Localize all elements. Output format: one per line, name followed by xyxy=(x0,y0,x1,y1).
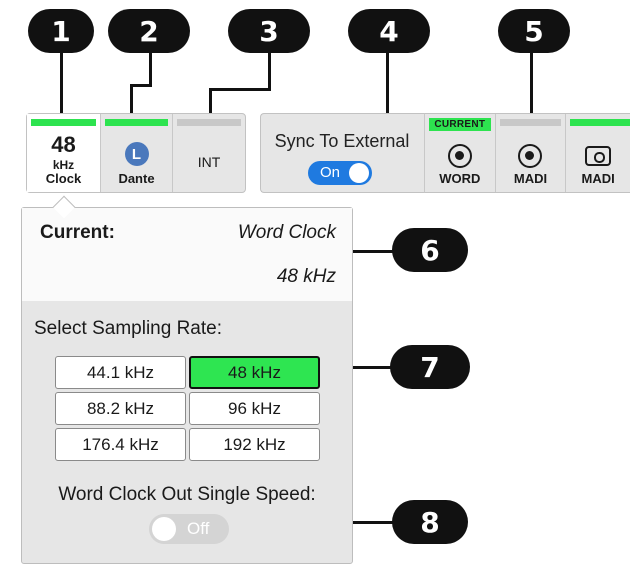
sync-toggle-knob xyxy=(349,163,369,183)
sync-to-external-label: Sync To External xyxy=(274,131,410,151)
callout-4-line xyxy=(386,52,389,114)
rate-button-48[interactable]: 48 kHz xyxy=(189,356,320,389)
bnc-connector-icon xyxy=(447,144,472,168)
madi-optical-bar xyxy=(570,119,630,126)
callout-3-line xyxy=(268,52,271,90)
word-clock-out-title: Word Clock Out Single Speed: xyxy=(58,484,316,505)
current-label: Current: xyxy=(40,222,115,243)
select-sampling-rate-title: Select Sampling Rate: xyxy=(34,318,222,339)
current-rate: 48 kHz xyxy=(276,266,336,287)
dante-tile[interactable]: L Dante xyxy=(101,114,173,192)
callout-1-line xyxy=(60,52,63,114)
rate-button-192[interactable]: 192 kHz xyxy=(189,428,320,461)
int-label: INT xyxy=(197,154,221,170)
clock-source-group: 48 kHz Clock L Dante INT xyxy=(26,113,246,193)
optical-connector-icon xyxy=(585,146,612,166)
callout-2: 2 xyxy=(108,9,190,53)
input-tile-madi-optical[interactable]: MADI xyxy=(566,114,630,192)
rate-button-88-2[interactable]: 88.2 kHz xyxy=(55,392,186,425)
callout-3-line-v xyxy=(209,88,212,114)
callout-1: 1 xyxy=(28,9,94,53)
input-tile-word[interactable]: Current WORD xyxy=(425,114,496,192)
clock-tile[interactable]: 48 kHz Clock xyxy=(27,114,101,192)
sync-toggle-text: On xyxy=(320,164,341,181)
madi-coax-bar xyxy=(499,119,562,126)
dante-leader-icon: L xyxy=(124,142,149,166)
callout-4: 4 xyxy=(348,9,430,53)
input-tile-madi-coax[interactable]: MADI xyxy=(496,114,567,192)
rate-button-44-1[interactable]: 44.1 kHz xyxy=(55,356,186,389)
int-tile[interactable]: INT xyxy=(173,114,245,192)
callout-2-line-v xyxy=(130,84,133,114)
callout-8: 8 xyxy=(392,500,468,544)
rate-button-96[interactable]: 96 kHz xyxy=(189,392,320,425)
callout-2-line-h xyxy=(130,84,152,87)
clock-unit: kHz xyxy=(52,158,75,172)
current-source: Word Clock xyxy=(237,222,336,243)
callout-2-line xyxy=(149,52,152,86)
clock-rate: 48 xyxy=(51,132,76,157)
sampling-rate-grid: 44.1 kHz 48 kHz 88.2 kHz 96 kHz 176.4 kH… xyxy=(55,356,320,461)
current-tag: Current xyxy=(429,118,491,131)
wc-toggle-knob xyxy=(152,517,176,541)
int-bar xyxy=(177,119,241,126)
callout-3: 3 xyxy=(228,9,310,53)
callout-6: 6 xyxy=(392,228,468,272)
dante-active-bar xyxy=(105,119,168,126)
callout-7: 7 xyxy=(390,345,470,389)
clock-settings-popover: Current: Word Clock 48 kHz Select Sampli… xyxy=(21,195,353,564)
callout-5: 5 xyxy=(498,9,570,53)
current-clock-section: Current: Word Clock 48 kHz xyxy=(22,208,352,301)
sync-to-external-toggle[interactable]: On xyxy=(308,161,372,185)
sync-to-external-panel: Sync To External On xyxy=(262,113,422,193)
callout-3-line-h xyxy=(209,88,271,91)
input-caption-madi-coax: MADI xyxy=(513,171,548,186)
rate-button-176-4[interactable]: 176.4 kHz xyxy=(55,428,186,461)
dante-caption: Dante xyxy=(118,171,155,186)
bnc-connector-icon xyxy=(518,144,543,168)
callout-5-line xyxy=(530,52,533,114)
word-clock-single-speed-toggle[interactable]: Off xyxy=(149,514,229,544)
wc-toggle-text: Off xyxy=(187,519,210,538)
input-caption-madi-optical: MADI xyxy=(581,171,615,186)
clock-active-bar xyxy=(31,119,96,126)
input-caption-word: WORD xyxy=(439,171,481,186)
clock-caption: Clock xyxy=(45,171,82,186)
